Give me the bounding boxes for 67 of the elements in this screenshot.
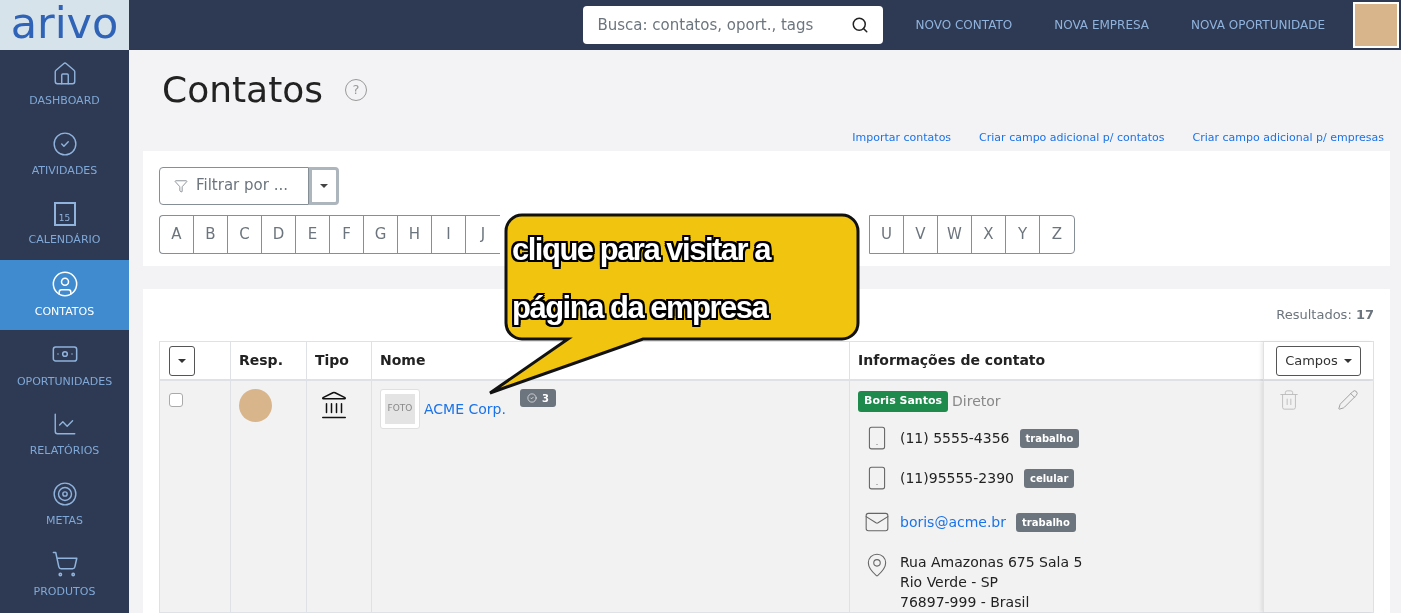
fields-button[interactable]: Campos bbox=[1276, 345, 1361, 376]
letter-button[interactable]: Y bbox=[1006, 215, 1040, 253]
nav-link[interactable]: NOVO CONTATO bbox=[915, 16, 1013, 34]
address-text: Rua Amazonas 675 Sala 5 Rio Verde - SP 76897-999 - Brasil bbox=[900, 553, 1083, 612]
letter-button[interactable]: G bbox=[364, 215, 398, 253]
company-photo: FOTO bbox=[380, 389, 420, 429]
building-icon bbox=[319, 390, 349, 420]
letter-button[interactable]: F bbox=[330, 215, 364, 253]
search-field[interactable]: Busca: contatos, oport., tags bbox=[583, 6, 884, 44]
sidebar-item[interactable]: METAS bbox=[0, 470, 129, 540]
search-icon bbox=[851, 16, 870, 34]
contact-role: Diretor bbox=[952, 392, 1001, 411]
letter-button[interactable]: X bbox=[972, 215, 1006, 253]
nav-link[interactable]: NOVA OPORTUNIDADE bbox=[1191, 16, 1325, 34]
nav-link[interactable]: NOVA EMPRESA bbox=[1054, 16, 1150, 34]
letter-button[interactable]: C bbox=[228, 215, 262, 253]
sidebar-item[interactable]: ATIVIDADES bbox=[0, 120, 129, 190]
letter-button[interactable]: I bbox=[432, 215, 466, 253]
letter-button[interactable]: E bbox=[296, 215, 330, 253]
trash-icon[interactable] bbox=[1278, 389, 1300, 411]
caret-icon bbox=[320, 183, 328, 188]
letter-button[interactable]: J bbox=[466, 215, 500, 253]
page-title: Contatos bbox=[162, 68, 324, 112]
letter-button[interactable]: V bbox=[904, 215, 938, 253]
sidebar-item[interactable]: CONTATOS bbox=[0, 260, 129, 330]
company-link[interactable]: ACME Corp. bbox=[424, 399, 506, 420]
letter-button[interactable]: U bbox=[870, 215, 904, 253]
action-link[interactable]: Criar campo adicional p/ contatos bbox=[979, 130, 1165, 150]
caret-icon bbox=[178, 358, 186, 363]
phone-number: (11)95555-2390 bbox=[900, 468, 1014, 488]
letter-button[interactable]: D bbox=[262, 215, 296, 253]
owner-avatar bbox=[239, 389, 272, 422]
action-link[interactable]: Importar contatos bbox=[852, 130, 952, 150]
letter-button[interactable]: W bbox=[938, 215, 972, 253]
user-icon bbox=[50, 269, 79, 298]
label-tag: trabalho bbox=[1019, 428, 1080, 448]
label-tag: trabalho bbox=[1016, 512, 1076, 532]
action-link[interactable]: Criar campo adicional p/ empresas bbox=[1192, 130, 1384, 150]
filter-button[interactable]: Filtrar por ... bbox=[159, 166, 309, 205]
letter-button[interactable]: Z bbox=[1040, 215, 1074, 253]
sidebar-item[interactable]: OPORTUNIDADES bbox=[0, 330, 129, 400]
cart-icon bbox=[50, 549, 79, 578]
target-icon bbox=[51, 480, 78, 507]
sidebar-item[interactable]: PRODUTOS bbox=[0, 540, 129, 610]
contact-name-tag: Boris Santos bbox=[858, 391, 949, 412]
phone-number: (11) 5555-4356 bbox=[900, 428, 1010, 448]
letter-button[interactable]: H bbox=[398, 215, 432, 253]
label-tag: celular bbox=[1023, 468, 1075, 488]
callout-text: clique para visitar a página da empresa bbox=[512, 231, 772, 327]
sidebar-item[interactable]: DASHBOARD bbox=[0, 50, 129, 120]
sidebar-item[interactable]: RELATÓRIOS bbox=[0, 400, 129, 470]
filter-icon bbox=[174, 178, 188, 193]
pencil-icon[interactable] bbox=[1337, 389, 1359, 411]
letter-button[interactable]: B bbox=[194, 215, 228, 253]
logo[interactable]: arivo bbox=[0, 0, 129, 50]
caret-icon bbox=[1343, 358, 1352, 363]
check-circle-icon bbox=[51, 130, 78, 157]
letter-button[interactable]: A bbox=[160, 215, 194, 253]
sidebar-item[interactable]: 15 CALENDÁRIO bbox=[0, 190, 129, 260]
select-dropdown[interactable] bbox=[169, 345, 195, 376]
calendar-icon: 15 bbox=[53, 201, 76, 226]
count-badge: 3 bbox=[519, 389, 556, 407]
results-count: Resultados: 17 bbox=[1276, 306, 1374, 324]
email-link[interactable]: boris@acme.br bbox=[900, 511, 1006, 533]
dropdown-toggle[interactable] bbox=[309, 166, 339, 205]
user-avatar[interactable] bbox=[1353, 2, 1399, 48]
row-checkbox[interactable] bbox=[169, 393, 183, 407]
